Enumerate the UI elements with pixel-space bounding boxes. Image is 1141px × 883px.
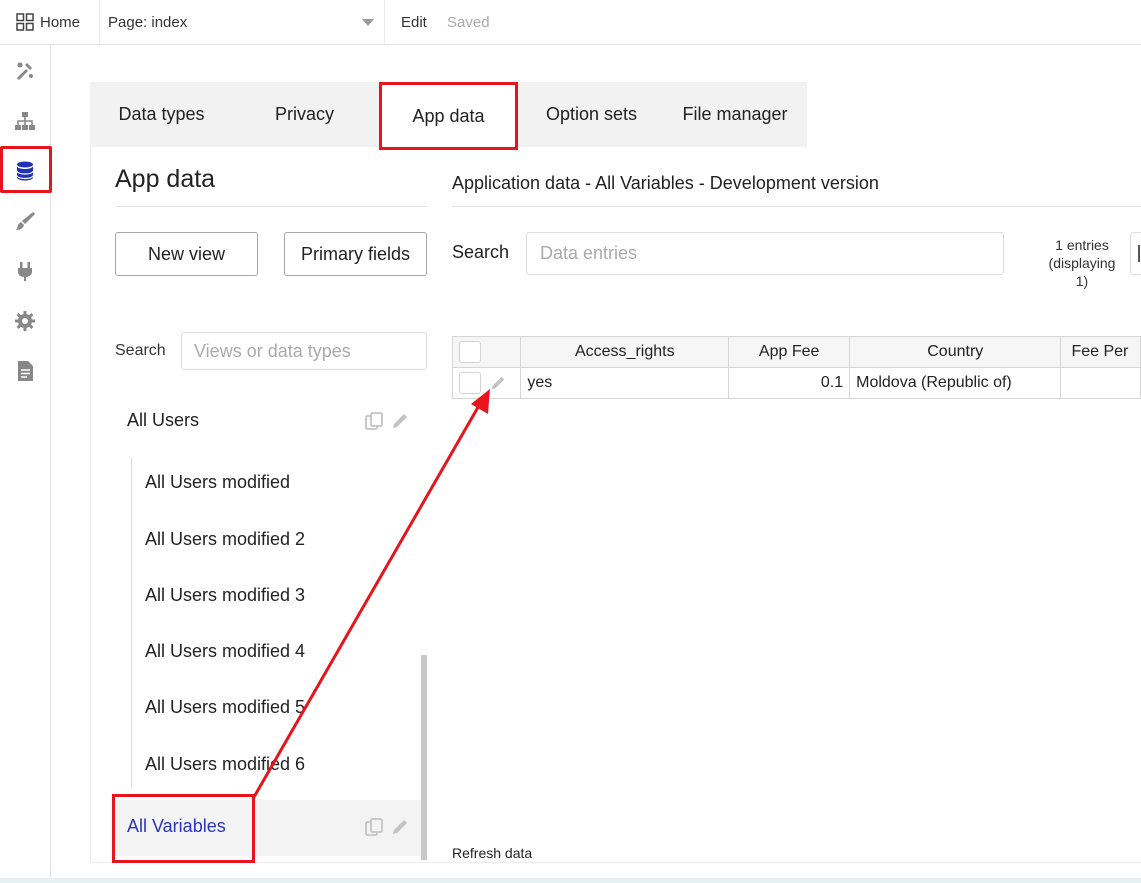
view-item[interactable]: All Users modified 4	[145, 641, 305, 662]
primary-fields-button[interactable]: Primary fields	[284, 232, 427, 276]
entries-count-line: 1)	[1075, 273, 1089, 289]
cell-country[interactable]: Moldova (Republic of)	[849, 367, 1062, 399]
column-header[interactable]: Fee Per	[1060, 336, 1141, 368]
column-header[interactable]: Access_rights	[520, 336, 730, 368]
data-icon-highlight	[0, 146, 52, 193]
row-checkbox[interactable]	[459, 372, 481, 394]
table-row: yes 0.1 Moldova (Republic of)	[451, 367, 1141, 399]
pencil-icon[interactable]	[390, 411, 410, 431]
tree-line	[131, 458, 132, 788]
styles-icon[interactable]	[12, 208, 38, 234]
cell-access-rights[interactable]: yes	[520, 367, 730, 399]
column-header[interactable]: App Fee	[728, 336, 851, 368]
plugins-icon[interactable]	[12, 258, 38, 284]
select-all-checkbox[interactable]	[459, 341, 481, 363]
divider	[452, 206, 1141, 207]
cell-app-fee[interactable]: 0.1	[728, 367, 851, 399]
chevron-down-icon	[362, 19, 374, 26]
view-item[interactable]: All Users modified 3	[145, 585, 305, 606]
data-table: Access_rights App Fee Country Fee Per ye…	[451, 336, 1141, 399]
page-title: App data	[115, 165, 216, 193]
tab-app-data[interactable]: App data	[379, 82, 518, 150]
edit-menu[interactable]: Edit	[401, 14, 427, 31]
entries-search-input[interactable]: Data entries	[526, 232, 1004, 275]
table-header-row: Access_rights App Fee Country Fee Per	[451, 336, 1141, 368]
top-bar: Home Page: index Edit Saved	[0, 0, 1141, 45]
entries-search-label: Search	[452, 242, 510, 262]
views-search-input[interactable]: Views or data types	[181, 332, 427, 370]
design-icon[interactable]	[12, 57, 38, 83]
tab-data-types[interactable]: Data types	[90, 82, 233, 147]
pencil-icon[interactable]	[489, 374, 507, 392]
settings-icon[interactable]	[12, 308, 38, 334]
view-item-all-users[interactable]: All Users	[127, 410, 199, 431]
tab-file-manager[interactable]: File manager	[663, 82, 807, 147]
divider	[115, 206, 427, 207]
select-all-header	[451, 336, 522, 368]
column-header[interactable]: Country	[849, 336, 1062, 368]
cell-fee-per[interactable]	[1060, 367, 1141, 399]
all-variables-highlight	[112, 794, 255, 863]
page-select-label: Page: index	[108, 13, 188, 31]
save-status: Saved	[447, 14, 490, 31]
view-item[interactable]: All Users modified 5	[145, 697, 305, 718]
page-dropdown[interactable]: Page: index	[100, 0, 385, 44]
copy-icon[interactable]	[364, 817, 384, 837]
entries-action-control[interactable]	[1130, 232, 1141, 275]
view-item[interactable]: All Users modified 2	[145, 529, 305, 550]
entries-count-line: 1 entries	[1055, 237, 1109, 253]
workflow-icon[interactable]	[12, 108, 38, 134]
copy-icon[interactable]	[364, 411, 384, 431]
grid-icon	[16, 13, 34, 31]
row-controls	[451, 367, 522, 399]
pencil-icon[interactable]	[390, 817, 410, 837]
refresh-data-link[interactable]: Refresh data	[452, 845, 532, 861]
views-search-label: Search	[115, 342, 166, 359]
home-button[interactable]: Home	[0, 0, 100, 44]
logs-icon[interactable]	[12, 358, 38, 384]
row-actions	[364, 817, 410, 837]
tab-bar: Data types Privacy App data Option sets …	[90, 82, 807, 150]
new-view-button[interactable]: New view	[115, 232, 258, 276]
home-label: Home	[40, 13, 81, 31]
entries-count: 1 entries (displaying 1)	[1036, 236, 1128, 290]
view-item[interactable]: All Users modified 6	[145, 754, 305, 775]
entries-count-line: (displaying	[1048, 255, 1116, 271]
tab-option-sets[interactable]: Option sets	[520, 82, 663, 147]
row-actions	[364, 411, 410, 431]
bottom-strip	[0, 878, 1141, 883]
scrollbar[interactable]	[421, 655, 427, 860]
view-item[interactable]: All Users modified	[145, 472, 290, 493]
data-view-title: Application data - All Variables - Devel…	[452, 173, 879, 193]
tab-privacy[interactable]: Privacy	[233, 82, 376, 147]
